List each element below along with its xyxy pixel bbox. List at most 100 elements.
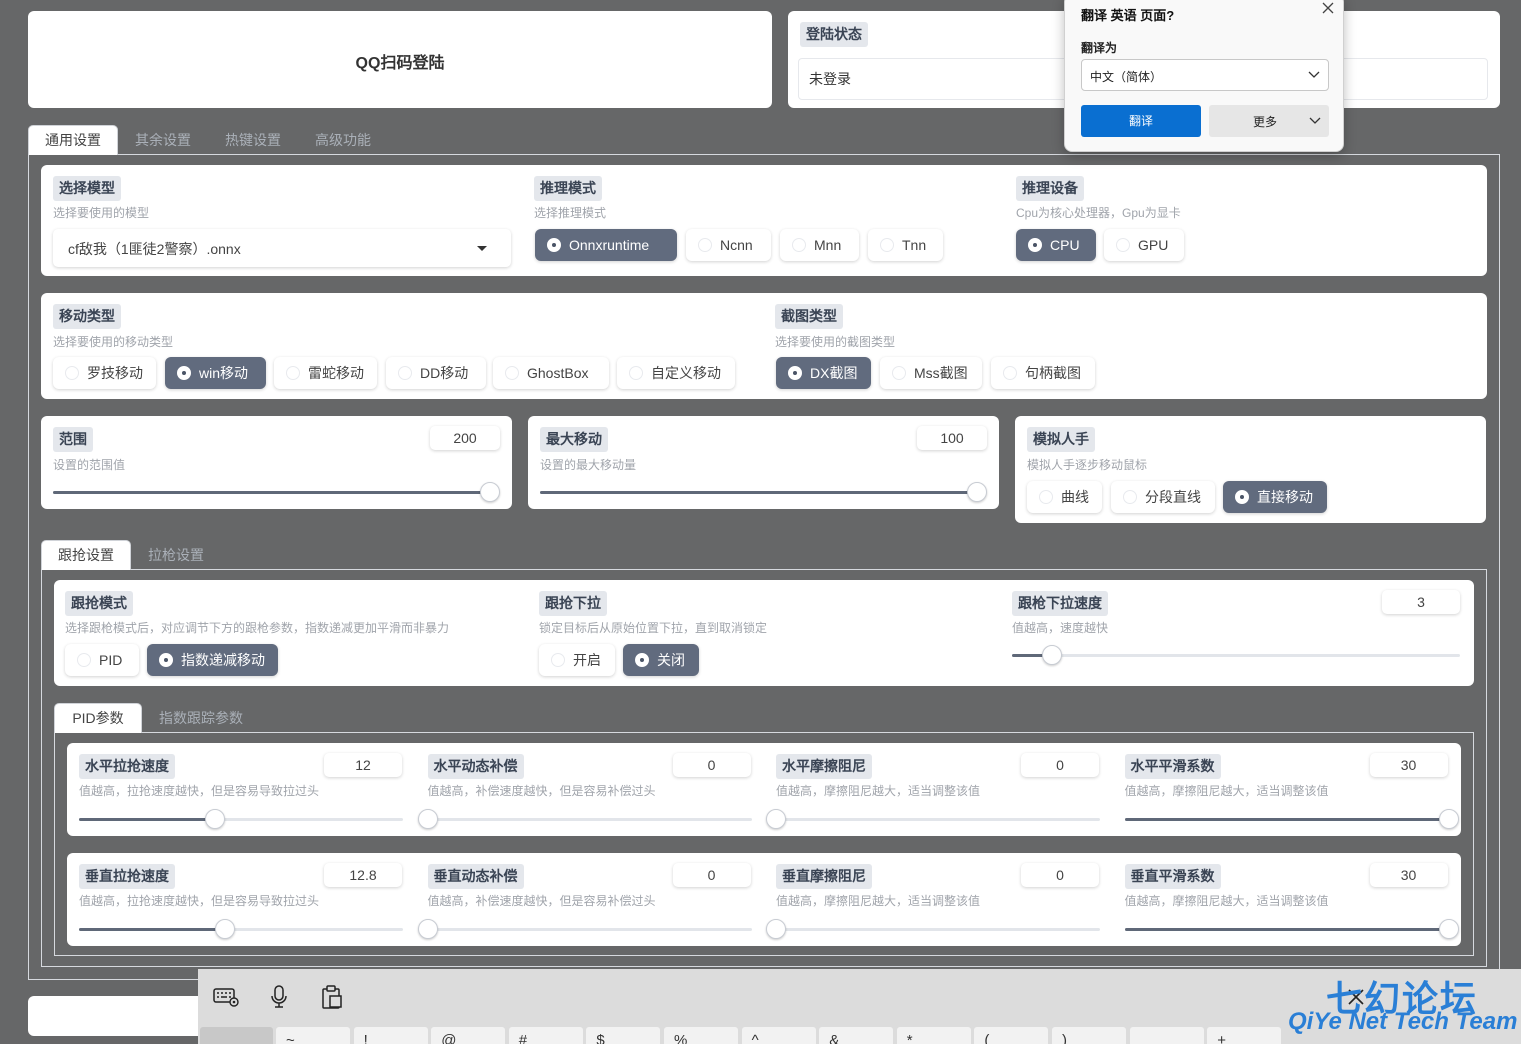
capture-option-mss[interactable]: Mss截图 [880, 357, 982, 389]
param-slider[interactable] [1124, 809, 1459, 829]
keyboard-key[interactable]: + [1207, 1027, 1282, 1044]
keyboard-key[interactable]: ^ [741, 1027, 816, 1044]
tab-other[interactable]: 其余设置 [122, 126, 204, 154]
param-slider[interactable] [1124, 919, 1459, 939]
param-slider[interactable] [79, 919, 403, 939]
move-option-custom[interactable]: 自定义移动 [617, 357, 735, 389]
tab-follow[interactable]: 跟抢设置 [41, 540, 131, 570]
infer-option-onnxruntime[interactable]: Onnxruntime [535, 229, 677, 261]
radio-icon [1039, 490, 1053, 504]
slider-thumb[interactable] [766, 809, 786, 829]
popup-close-icon[interactable] [1321, 1, 1335, 15]
param-value-input[interactable]: 0 [672, 863, 751, 887]
param-value-input[interactable]: 0 [1021, 863, 1099, 887]
infer-option-ncnn[interactable]: Ncnn [686, 229, 771, 261]
keyboard-key[interactable]: ~ [276, 1027, 350, 1044]
microphone-icon[interactable] [270, 985, 288, 1009]
qr-login-card[interactable]: QQ扫码登陆 [28, 11, 772, 108]
keyboard-key[interactable]: % [664, 1027, 738, 1044]
keyboard-key[interactable]: ) [1052, 1027, 1126, 1044]
keyboard-key[interactable]: # [508, 1027, 583, 1044]
param-slider[interactable] [766, 809, 1100, 829]
human-option-curve[interactable]: 曲线 [1027, 481, 1102, 513]
translate-title: 翻译 英语 页面? [1081, 8, 1175, 23]
model-label: 选择模型 [53, 176, 121, 201]
param-desc: 值越高，摩擦阻尼越大，适当调整该值 [776, 894, 981, 908]
keyboard-key[interactable]: $ [586, 1027, 661, 1044]
human-desc: 模拟人手逐步移动鼠标 [1027, 458, 1148, 472]
range-slider[interactable] [53, 482, 500, 502]
slider-thumb[interactable] [480, 482, 500, 502]
slider-thumb[interactable] [205, 809, 226, 829]
follow-option-exp[interactable]: 指数递减移动 [147, 644, 278, 676]
max-move-value-input[interactable]: 100 [917, 426, 987, 450]
slider-thumb[interactable] [1042, 645, 1063, 665]
slider-thumb[interactable] [967, 482, 987, 502]
slider-thumb[interactable] [214, 919, 235, 939]
tab-pid-params[interactable]: PID参数 [54, 703, 142, 733]
pull-option-off[interactable]: 关闭 [623, 644, 699, 676]
param-slider[interactable] [417, 919, 752, 939]
keyboard-key[interactable]: ( [974, 1027, 1049, 1044]
translate-button[interactable]: 翻译 [1081, 105, 1201, 137]
slider-thumb[interactable] [1438, 809, 1459, 829]
infer-option-tnn[interactable]: Tnn [868, 229, 943, 261]
language-select[interactable]: 中文（简体） [1081, 59, 1329, 91]
keyboard-key[interactable]: & [819, 1027, 894, 1044]
clipboard-icon[interactable] [321, 985, 343, 1009]
tab-exp-params[interactable]: 指数跟踪参数 [146, 704, 256, 732]
param-slider[interactable] [417, 809, 752, 829]
slider-thumb[interactable] [766, 919, 786, 939]
pull-speed-slider[interactable] [1012, 645, 1460, 665]
model-select[interactable]: cf敌我（1匪徒2警察）.onnx [53, 229, 511, 267]
slider-thumb[interactable] [417, 809, 438, 829]
keyboard-key[interactable]: _ [1129, 1027, 1204, 1044]
more-button[interactable]: 更多 [1209, 105, 1329, 137]
human-option-direct[interactable]: 直接移动 [1223, 481, 1327, 513]
radio-icon [551, 653, 565, 667]
human-card: 模拟人手 模拟人手逐步移动鼠标 曲线 分段直线 直接移动 [1015, 416, 1486, 523]
keyboard-key[interactable]: @ [431, 1027, 506, 1044]
tab-general[interactable]: 通用设置 [28, 125, 118, 155]
range-value-input[interactable]: 200 [430, 426, 500, 450]
param-slider[interactable] [79, 809, 403, 829]
device-option-gpu[interactable]: GPU [1104, 229, 1184, 261]
keyboard-key-wide[interactable] [200, 1027, 273, 1044]
option-label: Tnn [902, 237, 927, 253]
option-label: 开启 [573, 652, 601, 668]
device-option-cpu[interactable]: CPU [1016, 229, 1096, 261]
tab-advanced[interactable]: 高级功能 [302, 126, 384, 154]
infer-option-mnn[interactable]: Mnn [780, 229, 859, 261]
move-option-razer[interactable]: 雷蛇移动 [274, 357, 377, 389]
pull-speed-label: 跟枪下拉速度 [1012, 591, 1108, 616]
tab-hotkey[interactable]: 热键设置 [212, 126, 294, 154]
move-type-label: 移动类型 [53, 304, 121, 329]
keyboard-key[interactable]: * [896, 1027, 971, 1044]
param-value-input[interactable]: 30 [1369, 863, 1448, 887]
capture-option-handle[interactable]: 句柄截图 [991, 357, 1095, 389]
tab-pull[interactable]: 拉枪设置 [135, 541, 217, 569]
pull-option-on[interactable]: 开启 [539, 644, 615, 676]
radio-icon [698, 238, 712, 252]
param-value-input[interactable]: 12 [324, 753, 402, 777]
option-label: Ncnn [720, 237, 753, 253]
param-value-input[interactable]: 0 [672, 753, 751, 777]
move-option-ghostbox[interactable]: GhostBox [493, 357, 609, 389]
human-option-segment[interactable]: 分段直线 [1111, 481, 1215, 513]
keyboard-key[interactable]: ! [353, 1027, 428, 1044]
param-slider[interactable] [766, 919, 1100, 939]
param-value-input[interactable]: 0 [1021, 753, 1099, 777]
pull-speed-value-input[interactable]: 3 [1382, 590, 1460, 614]
move-option-dd[interactable]: DD移动 [386, 357, 486, 389]
move-option-win[interactable]: win移动 [165, 357, 266, 389]
follow-option-pid[interactable]: PID [65, 644, 139, 676]
keyboard-settings-icon[interactable] [213, 986, 239, 1008]
param-value-input[interactable]: 30 [1369, 753, 1448, 777]
slider-thumb[interactable] [417, 919, 438, 939]
move-option-logitech[interactable]: 罗技移动 [53, 357, 156, 389]
capture-option-dx[interactable]: DX截图 [776, 357, 871, 389]
param-value-input[interactable]: 12.8 [324, 863, 402, 887]
chevron-down-icon [1309, 117, 1321, 124]
slider-thumb[interactable] [1438, 919, 1459, 939]
max-move-slider[interactable] [540, 482, 987, 502]
